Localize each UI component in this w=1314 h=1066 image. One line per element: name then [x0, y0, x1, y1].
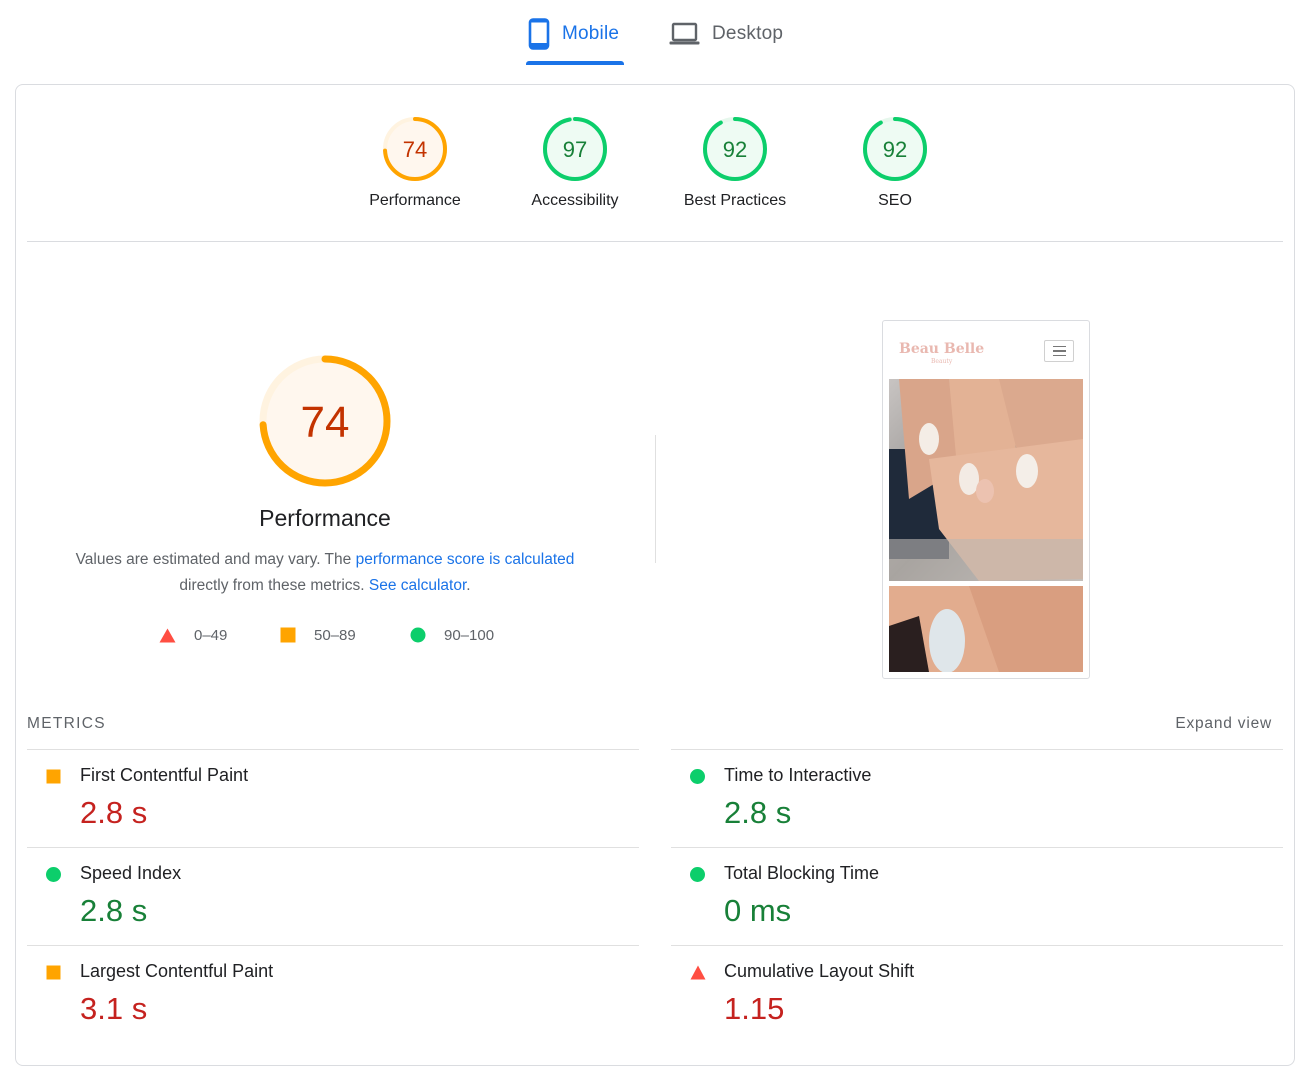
tab-desktop-label: Desktop [712, 23, 784, 44]
metric-value: 0 ms [724, 893, 792, 928]
square-icon [46, 769, 61, 784]
legend-range: 50–89 [314, 626, 356, 644]
divider [27, 241, 1283, 242]
metric-total-blocking-time: Total Blocking Time 0 ms [671, 847, 1283, 946]
square-icon [46, 965, 61, 980]
circle-icon [46, 867, 61, 882]
laptop-icon [669, 22, 700, 45]
site-logo-text: Beau Belle [899, 341, 985, 357]
performance-score-large: 74 [301, 398, 350, 447]
metric-value: 2.8 s [724, 795, 792, 830]
vertical-divider [655, 435, 656, 563]
gauge-ring: 97 [543, 117, 607, 181]
tab-mobile-label: Mobile [562, 23, 620, 44]
gauge-accessibility[interactable]: 97 Accessibility [510, 116, 640, 210]
legend-range: 0–49 [194, 626, 228, 644]
expand-view-button[interactable]: Expand view [1175, 715, 1272, 733]
performance-title: Performance [259, 505, 391, 531]
gauge-label: Best Practices [683, 192, 787, 209]
metric-value: 2.8 s [80, 795, 148, 830]
hamburger-menu-icon [1044, 340, 1074, 362]
performance-description: Values are estimated and may vary. The p… [25, 547, 625, 599]
gauge-score: 92 [883, 137, 907, 162]
metric-name: Total Blocking Time [724, 863, 880, 883]
gauge-label: Accessibility [531, 192, 619, 209]
metric-name: Cumulative Layout Shift [724, 961, 915, 981]
triangle-icon [690, 965, 706, 980]
metric-cumulative-layout-shift: Cumulative Layout Shift 1.15 [671, 945, 1283, 1044]
metric-time-to-interactive: Time to Interactive 2.8 s [671, 749, 1283, 848]
metric-value: 1.15 [724, 991, 785, 1026]
gauge-label: Performance [369, 192, 461, 209]
legend-range: 90–100 [444, 626, 495, 644]
gauge-best-practices[interactable]: 92 Best Practices [670, 116, 800, 210]
active-tab-indicator [526, 61, 624, 65]
desc-text: . [466, 577, 471, 594]
metric-name: Time to Interactive [724, 765, 872, 785]
smartphone-icon [528, 18, 550, 50]
gauge-seo[interactable]: 92 SEO [830, 116, 960, 210]
metric-speed-index: Speed Index 2.8 s [27, 847, 639, 946]
metric-value: 3.1 s [80, 991, 148, 1026]
performance-gauge-large: 74 [259, 355, 391, 487]
square-icon [280, 627, 296, 643]
gauge-performance[interactable]: 74 Performance [350, 116, 480, 210]
circle-icon [410, 627, 426, 643]
gauge-score: 97 [563, 137, 587, 162]
circle-icon [690, 769, 705, 784]
desc-text: Values are estimated and may vary. The [75, 551, 356, 568]
metric-name: First Contentful Paint [80, 765, 249, 785]
site-logo-subtext: Beauty [931, 358, 953, 365]
metrics-heading: METRICS [27, 715, 106, 732]
gauge-ring: 92 [863, 117, 927, 181]
gauge-label: SEO [878, 192, 912, 209]
legend-fail: 0–49 [159, 625, 227, 645]
metric-largest-contentful-paint: Largest Contentful Paint 3.1 s [27, 945, 639, 1044]
legend-average: 50–89 [280, 625, 356, 645]
gauge-score: 74 [403, 137, 427, 162]
tab-desktop[interactable]: Desktop [669, 14, 783, 54]
circle-icon [690, 867, 705, 882]
score-calculated-link[interactable]: performance score is calculated [356, 551, 575, 568]
metric-first-contentful-paint: First Contentful Paint 2.8 s [27, 749, 639, 848]
desc-text: directly from these metrics. [179, 577, 369, 594]
metric-name: Largest Contentful Paint [80, 961, 274, 981]
gauge-ring: 74 [383, 117, 447, 181]
metric-value: 2.8 s [80, 893, 148, 928]
metric-name: Speed Index [80, 863, 182, 883]
legend-pass: 90–100 [410, 625, 494, 645]
device-tabs: Mobile Desktop [0, 0, 1314, 70]
triangle-icon [159, 628, 176, 642]
gauge-ring: 92 [703, 117, 767, 181]
tab-mobile[interactable]: Mobile [528, 14, 619, 54]
nails-photo [889, 379, 1083, 581]
see-calculator-link[interactable]: See calculator [369, 577, 466, 594]
page-screenshot-thumbnail: Beau Belle Beauty [882, 320, 1090, 679]
nails-photo-2 [889, 586, 1083, 672]
gauge-score: 92 [723, 137, 747, 162]
